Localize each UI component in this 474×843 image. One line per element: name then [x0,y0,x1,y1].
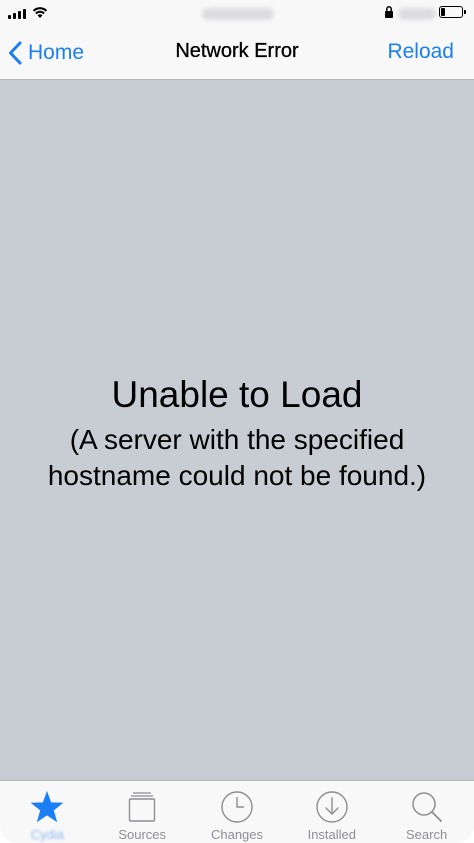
clock-icon [221,791,253,823]
status-bar [0,0,474,26]
tab-sources[interactable]: Sources [95,781,190,843]
tab-changes[interactable]: Changes [190,781,285,843]
tab-installed[interactable]: Installed [284,781,379,843]
battery-percent-redacted [398,8,436,20]
tab-label: Sources [118,827,167,842]
error-title: Unable to Load [111,374,363,415]
download-icon [316,791,348,823]
error-detail-line: hostname could not be found.) [47,460,427,491]
tab-label: Changes [210,827,264,842]
tab-bar: Cydia Sources Changes Installed Search [0,780,474,843]
battery-icon [439,6,466,18]
navigation-bar: Home Network Error Reload [0,26,474,80]
orientation-lock-icon [385,6,393,18]
tab-label: Search [405,827,448,842]
app-window: Home Network Error Reload Unable to Load… [0,0,474,843]
cellular-signal-icon [8,9,26,19]
search-icon [411,792,442,822]
sources-icon [128,792,156,822]
tab-search[interactable]: Search [379,781,474,843]
tab-cydia[interactable]: Cydia [0,781,95,843]
content-area: Unable to Load (A server with the specif… [0,80,474,780]
tab-label: Cydia [30,827,65,842]
star-icon [30,791,64,823]
error-detail: (A server with the specified hostname co… [10,422,464,494]
status-time-redacted [202,8,274,20]
wifi-icon [32,7,48,18]
tab-label: Installed [307,827,356,842]
error-detail-line: (A server with the specified [69,424,405,455]
reload-button[interactable]: Reload [387,40,454,64]
